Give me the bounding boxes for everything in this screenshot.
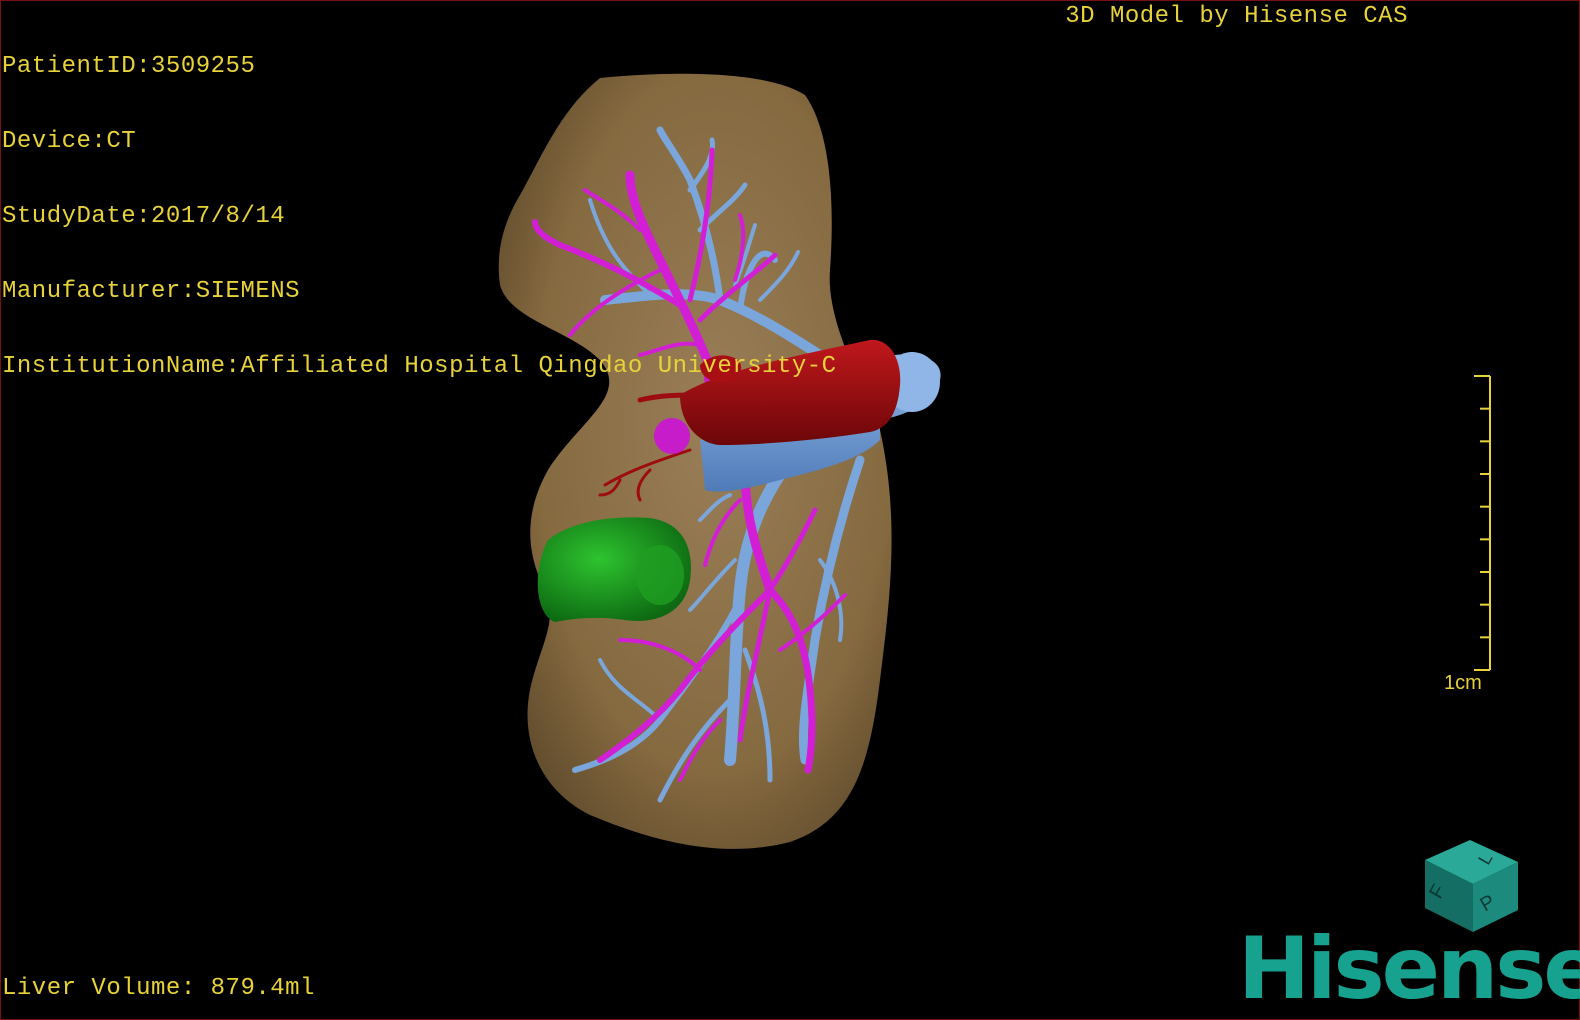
portal-confluence (654, 418, 690, 454)
manufacturer: Manufacturer:SIEMENS (2, 278, 301, 305)
scale-label: 1cm (1444, 672, 1482, 694)
patient-info-overlay: PatientID:3509255 Device:CT StudyDate:20… (2, 4, 837, 404)
patient-id: PatientID:3509255 (2, 53, 256, 80)
model-credit: 3D Model by Hisense CAS (1065, 3, 1408, 30)
device: Device:CT (2, 128, 137, 155)
scale-bar (1474, 375, 1491, 671)
liver-volume: Liver Volume: 879.4ml (2, 975, 315, 1002)
hisense-logo: Hisense (1238, 919, 1580, 1019)
study-date: StudyDate:2017/8/14 (2, 203, 286, 230)
tumor-highlight (636, 545, 684, 605)
institution-name: InstitutionName:Affiliated Hospital Qing… (2, 353, 837, 380)
